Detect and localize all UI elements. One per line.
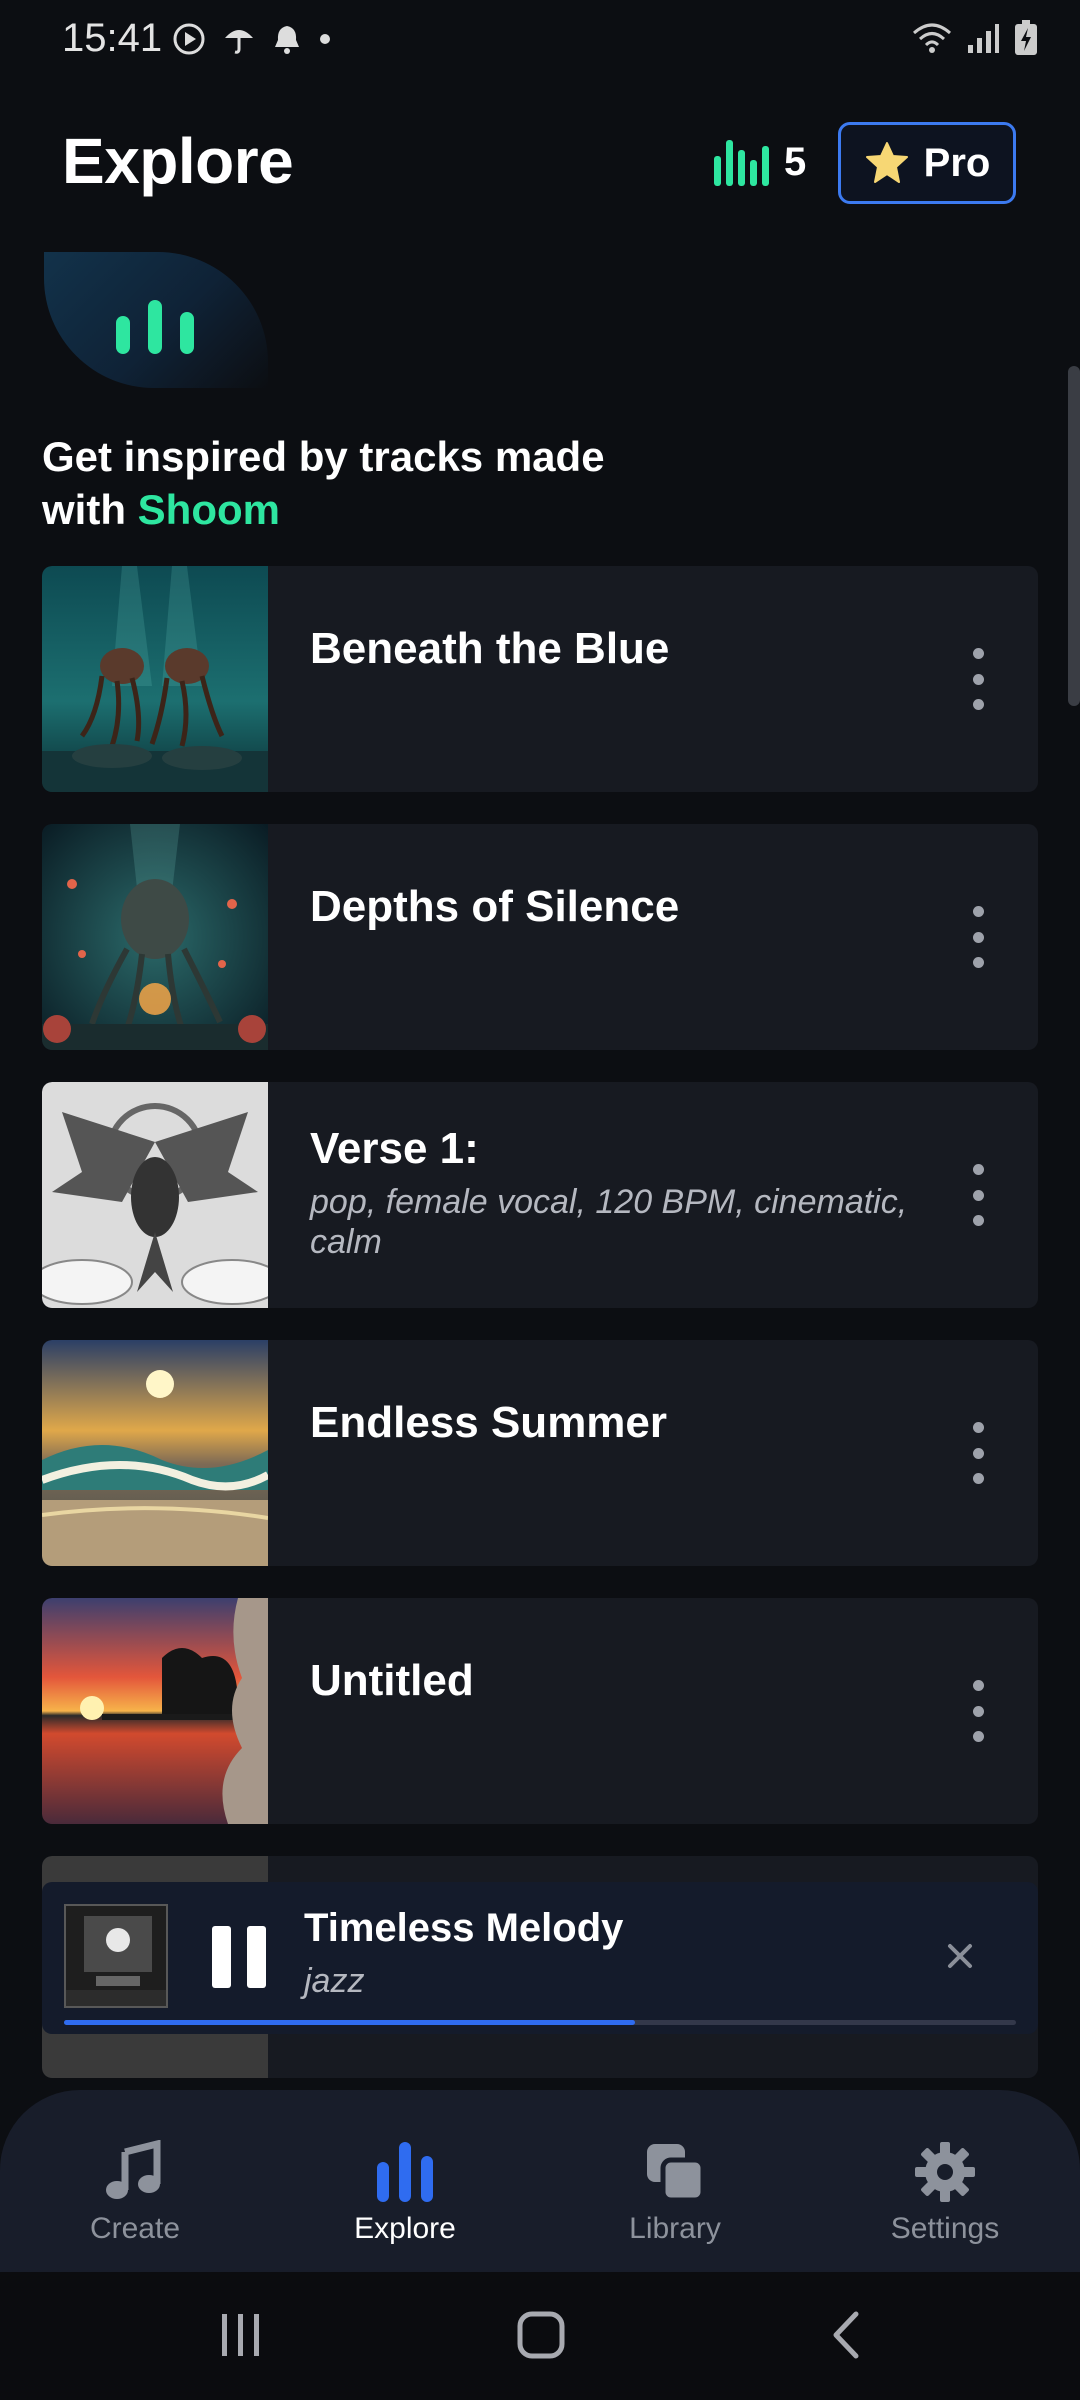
- scrollbar-thumb[interactable]: [1068, 366, 1080, 706]
- playback-progress[interactable]: [64, 2020, 1016, 2025]
- player-artwork: [64, 1904, 168, 2008]
- player-genre: jazz: [304, 1962, 365, 2000]
- bars-icon: [377, 2142, 433, 2202]
- play-circle-icon: [173, 23, 205, 55]
- status-bar: 15:41: [0, 0, 1080, 84]
- status-notification-icons: [172, 22, 332, 56]
- wifi-icon: [913, 23, 951, 53]
- track-artwork-phoenix: [42, 1082, 268, 1308]
- track-card[interactable]: Endless Summer: [42, 1340, 1038, 1566]
- nav-library-label: Library: [629, 2212, 721, 2245]
- recent-apps-icon[interactable]: [218, 2312, 264, 2358]
- battery-charging-icon: [1015, 20, 1037, 55]
- signal-icon: [968, 24, 999, 53]
- library-icon: [647, 2144, 706, 2203]
- track-artwork-lake-sunset: [42, 1598, 268, 1824]
- nav-create[interactable]: Create: [35, 2140, 235, 2246]
- track-card[interactable]: Verse 1: pop, female vocal, 120 BPM, cin…: [42, 1082, 1038, 1308]
- page-title: Explore: [62, 125, 294, 197]
- track-card[interactable]: Depths of Silence: [42, 824, 1038, 1050]
- logo-bars-icon: [116, 300, 194, 354]
- credits-indicator[interactable]: 5: [712, 136, 806, 188]
- more-options-icon[interactable]: [968, 1422, 988, 1484]
- track-title: Beneath the Blue: [310, 624, 670, 673]
- umbrella-icon: [225, 30, 253, 54]
- nav-settings-label: Settings: [890, 2212, 1000, 2245]
- gear-icon: [915, 2142, 975, 2202]
- track-title: Endless Summer: [310, 1398, 668, 1447]
- nav-library[interactable]: Library: [575, 2140, 775, 2246]
- track-title: Untitled: [310, 1656, 474, 1705]
- mini-player[interactable]: Timeless Melody jazz: [42, 1882, 1038, 2034]
- brand-name: Shoom: [137, 486, 280, 533]
- system-navigation-bar: [0, 2272, 1080, 2400]
- credits-count: 5: [784, 139, 807, 184]
- more-options-icon[interactable]: [968, 906, 988, 968]
- track-title: Verse 1:: [310, 1124, 479, 1173]
- more-options-icon[interactable]: [968, 648, 988, 710]
- track-card[interactable]: Beneath the Blue: [42, 566, 1038, 792]
- playback-progress-fill: [64, 2020, 636, 2025]
- intro-prefix: with: [42, 486, 138, 533]
- intro-text: Get inspired by tracks made with Shoom: [42, 430, 605, 536]
- pro-label: Pro: [923, 140, 991, 185]
- nav-explore-label: Explore: [354, 2212, 456, 2245]
- more-options-icon[interactable]: [968, 1680, 988, 1742]
- track-artwork-sea-creature: [42, 824, 268, 1050]
- app-logo: [44, 252, 268, 388]
- track-artwork-ocean-sunset: [42, 1340, 268, 1566]
- nav-settings[interactable]: Settings: [845, 2140, 1045, 2246]
- track-title: Depths of Silence: [310, 882, 680, 931]
- pause-button[interactable]: [212, 1926, 266, 1988]
- music-note-icon: [106, 2140, 161, 2199]
- track-card[interactable]: Untitled: [42, 1598, 1038, 1824]
- nav-create-label: Create: [89, 2212, 181, 2245]
- more-options-icon[interactable]: [968, 1164, 988, 1226]
- nav-explore[interactable]: Explore: [305, 2140, 505, 2246]
- status-system-icons: [912, 20, 1038, 56]
- player-title: Timeless Melody: [304, 1906, 624, 1950]
- bell-icon: [275, 26, 299, 54]
- track-artwork-jellyfish: [42, 566, 268, 792]
- pro-button[interactable]: Pro: [838, 122, 1016, 204]
- explore-screen: 15:41 Explore 5 Pro Get inspired by trac…: [0, 0, 1080, 2400]
- track-tags: pop, female vocal, 120 BPM, cinematic, c…: [310, 1183, 908, 1261]
- dot-icon: [320, 34, 330, 44]
- back-icon[interactable]: [826, 2310, 866, 2360]
- intro-line-2: with Shoom: [42, 483, 605, 536]
- status-time: 15:41: [62, 16, 163, 60]
- home-icon[interactable]: [516, 2310, 566, 2360]
- star-icon: [865, 142, 908, 183]
- credits-bars-icon: [714, 140, 769, 186]
- intro-line-1: Get inspired by tracks made: [42, 433, 605, 480]
- bottom-navigation: Create Explore Library Settings: [0, 2090, 1080, 2272]
- close-icon[interactable]: [938, 1934, 982, 1978]
